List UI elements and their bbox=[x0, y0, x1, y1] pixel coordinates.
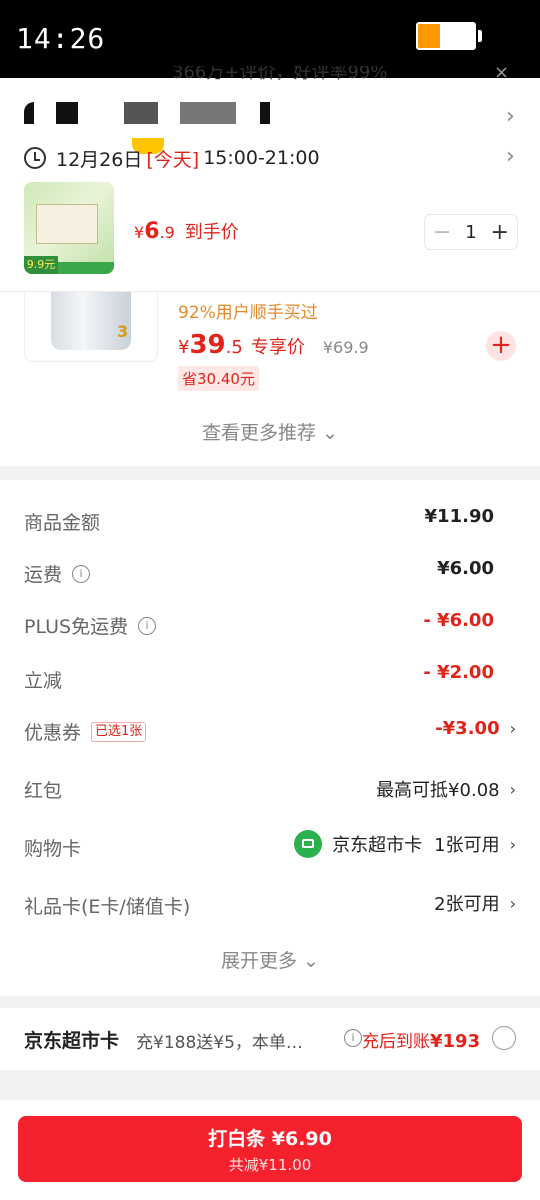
see-more-recommend-link[interactable]: 查看更多推荐 ⌄ bbox=[0, 418, 540, 445]
original-price: ¥69.9 bbox=[322, 338, 369, 357]
shopping-card-value: 1张可用 bbox=[434, 835, 500, 856]
shipping-label: 运费 i bbox=[24, 560, 91, 587]
gift-item-image[interactable]: 9.9元 bbox=[24, 182, 114, 274]
shipping-value: ¥6.00 bbox=[437, 558, 494, 579]
gift-image-badge: 9.9元 bbox=[24, 256, 58, 274]
chevron-right-icon: › bbox=[509, 779, 516, 799]
chevron-right-icon: › bbox=[509, 719, 516, 738]
instant-discount-label: 立减 bbox=[24, 670, 63, 692]
delivery-time-row[interactable]: 12月26日 [今天] 15:00-21:00 bbox=[24, 144, 320, 172]
plus-button[interactable]: + bbox=[491, 220, 509, 245]
delivery-today: [今天] bbox=[146, 148, 200, 171]
recommend-price: ¥39.5 专享价 ¥69.9 bbox=[178, 330, 369, 360]
close-icon[interactable]: × bbox=[494, 62, 509, 83]
jd-card-radio[interactable] bbox=[492, 1026, 516, 1050]
plus-free-shipping-value: - ¥6.00 bbox=[423, 610, 494, 631]
add-to-cart-button[interactable]: + bbox=[486, 331, 516, 361]
expand-more-link[interactable]: 展开更多 ⌄ bbox=[0, 946, 540, 973]
chevron-right-icon: › bbox=[509, 893, 516, 913]
gift-card-value: 2张可用 bbox=[434, 894, 500, 915]
coupon-selected-tag: 已选1张 bbox=[91, 721, 147, 742]
shopping-card-label: 购物卡 bbox=[24, 838, 82, 860]
quantity-stepper[interactable]: − 1 + bbox=[424, 214, 518, 250]
red-packet-row[interactable]: 最高可抵¥0.08 › bbox=[376, 776, 516, 802]
rating-text: 366万+评价，好评率99% bbox=[172, 66, 388, 83]
plus-free-shipping-label: PLUS免运费 i bbox=[24, 612, 157, 639]
bought-rate-text: 92%用户顺手买过 bbox=[178, 303, 318, 323]
info-icon[interactable]: i bbox=[138, 616, 157, 635]
coupon-value: -¥3.00 bbox=[435, 718, 500, 739]
minus-button[interactable]: − bbox=[433, 220, 451, 245]
battery-tip bbox=[478, 30, 482, 42]
pay-button[interactable]: 打白条 ¥6.90 共减¥11.00 bbox=[18, 1116, 522, 1182]
delivery-time-range: 15:00-21:00 bbox=[203, 147, 320, 169]
goods-amount-value: ¥11.90 bbox=[424, 506, 494, 527]
info-icon[interactable]: i bbox=[344, 1029, 362, 1047]
battery-icon bbox=[416, 22, 476, 50]
delivery-chevron-icon[interactable]: › bbox=[506, 144, 515, 169]
jd-card-title: 京东超市卡 bbox=[24, 1030, 120, 1052]
pay-button-savings: 共减¥11.00 bbox=[228, 1156, 312, 1174]
can-number: 3 bbox=[117, 322, 129, 341]
coupon-label: 优惠券 bbox=[24, 722, 82, 744]
shopping-card-row[interactable]: 京东超市卡 1张可用 › bbox=[294, 830, 516, 858]
goods-amount-label: 商品金额 bbox=[24, 512, 101, 534]
battery-level bbox=[418, 24, 441, 48]
supermarket-card-icon bbox=[294, 830, 323, 858]
gift-card-label: 礼品卡(E卡/储值卡) bbox=[24, 896, 191, 918]
chevron-right-icon: › bbox=[509, 834, 516, 854]
cost-summary-card: 商品金额 ¥11.90 运费 i ¥6.00 PLUS免运费 i - ¥6.00 立… bbox=[0, 480, 540, 996]
quantity-value: 1 bbox=[465, 221, 477, 243]
instant-discount-value: - ¥2.00 bbox=[423, 662, 494, 683]
delivery-date: 12月26日 bbox=[56, 148, 143, 171]
order-items-card: 366万+评价，好评率99% × › 12月26日 [今天] 15:00-21:… bbox=[0, 62, 540, 466]
coupon-value-row[interactable]: -¥3.00 › bbox=[435, 718, 516, 739]
pay-button-label: 打白条 ¥6.90 bbox=[208, 1128, 332, 1150]
clock-icon bbox=[24, 147, 46, 169]
shopping-card-name: 京东超市卡 bbox=[332, 835, 423, 856]
address-chevron-icon[interactable]: › bbox=[506, 104, 515, 129]
jd-card-desc: 充¥188送¥5，本单可用 bbox=[136, 1033, 316, 1053]
save-tag: 省30.40元 bbox=[178, 366, 259, 391]
info-icon[interactable]: i bbox=[72, 564, 91, 583]
red-packet-label: 红包 bbox=[24, 780, 63, 802]
gift-item-price: ¥6.9 到手价 bbox=[134, 219, 239, 244]
gift-card-row[interactable]: 2张可用 › bbox=[434, 890, 516, 916]
jd-supermarket-card-row[interactable]: 京东超市卡 充¥188送¥5，本单可用 i 充后到账¥193 bbox=[0, 1008, 540, 1070]
recommend-item-image[interactable]: 3 bbox=[24, 292, 158, 362]
jd-card-after-amount: 充后到账¥193 bbox=[362, 1031, 481, 1052]
coupon-row[interactable]: 优惠券 已选1张 bbox=[24, 718, 147, 745]
status-time: 14:26 bbox=[16, 22, 106, 55]
red-packet-value: 最高可抵¥0.08 bbox=[376, 780, 500, 801]
